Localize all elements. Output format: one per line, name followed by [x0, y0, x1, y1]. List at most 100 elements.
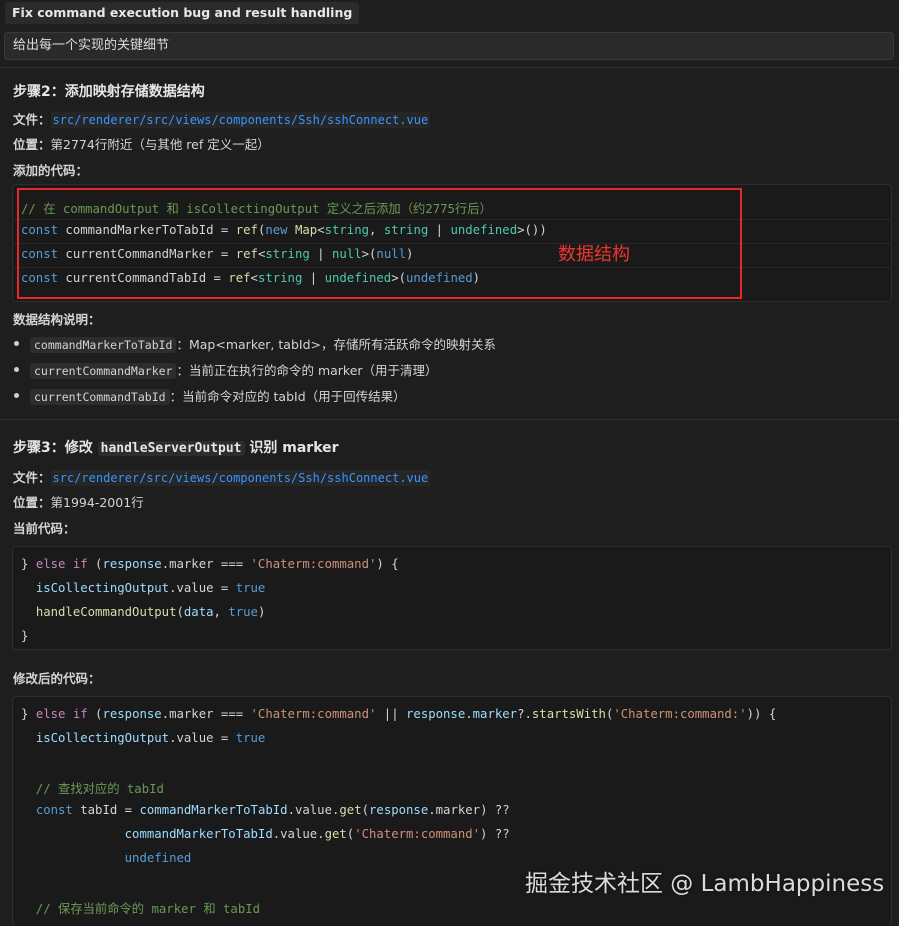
file-path[interactable]: src/renderer/src/views/components/Ssh/ss… — [50, 470, 431, 486]
code-token: isCollectingOutput — [35, 731, 170, 745]
code-token: ) { — [376, 557, 399, 571]
code-token: isCollectingOutput — [35, 581, 170, 595]
code-line: isCollectingOutput.value = true — [21, 731, 266, 745]
code-line: undefined — [21, 851, 192, 865]
code-token: undefined — [124, 851, 192, 865]
code-token: data — [183, 605, 214, 619]
code-token: else if — [35, 707, 88, 721]
file-path[interactable]: src/renderer/src/views/components/Ssh/ss… — [50, 112, 431, 128]
code-token: true — [235, 731, 266, 745]
code-token: } — [21, 707, 36, 721]
code-token: ( — [87, 557, 103, 571]
code-token: response — [369, 803, 429, 817]
code-token: true — [228, 605, 258, 619]
text-span: ：当前正在执行的命令的 marker（用于清理） — [176, 363, 438, 378]
code-token: true — [235, 581, 266, 595]
step3-heading: 步骤3：修改 handleServerOutput 识别 marker — [13, 437, 339, 457]
code-line: const tabId = commandMarkerToTabId.value… — [21, 803, 510, 817]
code-token: get — [324, 827, 347, 841]
bullet-dot — [14, 367, 19, 372]
code-token: response — [102, 707, 162, 721]
code-token: .value. — [272, 827, 325, 841]
code-block-current[interactable]: } else if (response.marker === 'Chaterm:… — [12, 546, 892, 650]
position-label: 位置： — [13, 495, 51, 510]
step3-position-row: 位置：第1994-2001行 — [13, 492, 144, 511]
code-token: commandMarkerToTabId — [124, 827, 273, 841]
file-label: 文件： — [13, 470, 51, 485]
position-label: 位置： — [13, 137, 51, 152]
code-token: ) — [257, 605, 266, 619]
step2-file-row: 文件： src/renderer/src/views/components/Ssh… — [13, 109, 431, 128]
added-code-label: 添加的代码： — [13, 163, 89, 178]
code-token: , — [213, 605, 229, 619]
text-span: currentCommandMarker — [30, 363, 177, 379]
code-comment: // 查找对应的 tabId — [21, 782, 164, 796]
code-token: response — [406, 707, 466, 721]
position-value: 第2774行附近（与其他 ref 定义一起） — [50, 137, 270, 152]
list-item: currentCommandTabId ：当前命令对应的 tabId（用于回传结果… — [30, 386, 406, 405]
code-token: response — [102, 557, 162, 571]
code-token: handleCommandOutput — [35, 605, 177, 619]
code-token: ( — [361, 803, 370, 817]
position-value: 第1994-2001行 — [50, 495, 144, 510]
current-code-label: 当前代码： — [13, 521, 76, 536]
code-token: || — [376, 707, 407, 721]
text-span: 识别 marker — [244, 440, 339, 456]
annotation-box — [17, 188, 742, 299]
list-item: currentCommandMarker ：当前正在执行的命令的 marker（用… — [30, 360, 438, 379]
user-prompt[interactable]: 给出每一个实现的关键细节 — [4, 32, 894, 60]
code-line: isCollectingOutput.value = true — [21, 581, 266, 595]
code-token: .marker) ?? — [428, 803, 510, 817]
code-line: handleCommandOutput(data, true) — [21, 605, 266, 619]
bullet-dot — [14, 393, 19, 398]
list-item: commandMarkerToTabId ：Map<marker, tabId>，… — [30, 334, 496, 353]
code-token: ( — [87, 707, 103, 721]
divider — [0, 419, 899, 420]
annotation-label: 数据结构 — [558, 244, 630, 265]
text-span: ：当前命令对应的 tabId（用于回传结果） — [169, 389, 406, 404]
code-token: startsWith — [531, 707, 606, 721]
code-token: get — [339, 803, 362, 817]
code-token: } — [21, 557, 36, 571]
text-span: commandMarkerToTabId — [30, 337, 177, 353]
code-token: . — [465, 707, 473, 721]
code-token: 'Chaterm:command:' — [613, 707, 747, 721]
text-span: 步骤3：修改 — [13, 440, 98, 456]
code-comment: // 保存当前命令的 marker 和 tabId — [21, 902, 261, 916]
code-token: 'Chaterm:command' — [250, 707, 377, 721]
text-span: handleServerOutput — [97, 441, 245, 456]
bullet-dot — [14, 341, 19, 346]
code-token: .value = — [169, 581, 236, 595]
code-line: } else if (response.marker === 'Chaterm:… — [21, 557, 399, 571]
code-token: )) { — [746, 707, 777, 721]
text-span: currentCommandTabId — [30, 389, 170, 405]
code-token: ( — [176, 605, 184, 619]
step2-heading: 步骤2：添加映射存储数据结构 — [13, 84, 205, 100]
code-token: .value. — [287, 803, 340, 817]
code-token: else if — [35, 557, 88, 571]
code-token: .marker === — [161, 557, 251, 571]
code-token: .value = — [169, 731, 236, 745]
code-token: 'Chaterm:command' — [250, 557, 377, 571]
code-token: marker — [472, 707, 518, 721]
step3-file-row: 文件： src/renderer/src/views/components/Ssh… — [13, 467, 431, 486]
code-line: } else if (response.marker === 'Chaterm:… — [21, 707, 776, 721]
watermark: 掘金技术社区 @ LambHappiness — [525, 871, 885, 897]
modified-code-label: 修改后的代码： — [13, 671, 101, 686]
code-line: commandMarkerToTabId.value.get('Chaterm:… — [21, 827, 510, 841]
file-label: 文件： — [13, 112, 51, 127]
code-token: .marker === — [161, 707, 251, 721]
conversation-title[interactable]: Fix command execution bug and result han… — [5, 2, 360, 24]
code-token: const — [35, 803, 73, 817]
data-structure-desc-label: 数据结构说明： — [13, 312, 101, 327]
code-token: 'Chaterm:command' — [354, 827, 481, 841]
code-token: ?. — [517, 707, 532, 721]
code-token: commandMarkerToTabId — [139, 803, 288, 817]
step2-position-row: 位置：第2774行附近（与其他 ref 定义一起） — [13, 134, 270, 153]
